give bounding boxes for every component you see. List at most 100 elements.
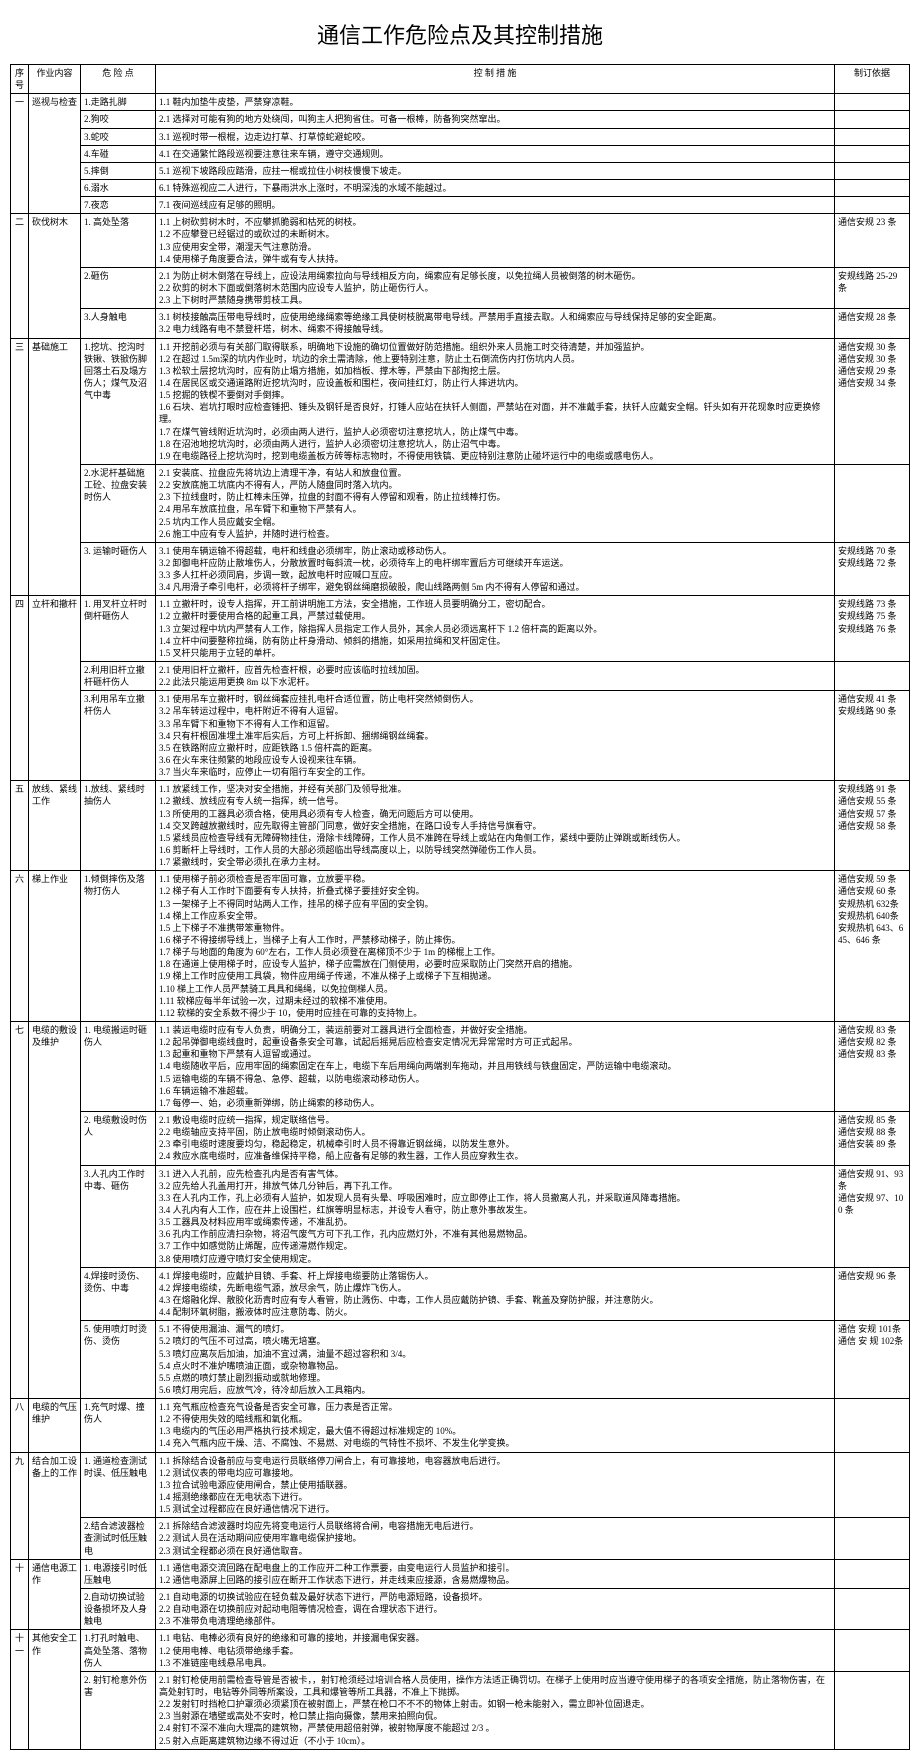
risk-cell: 2.利用旧杆立撤杆砸杆伤人 <box>81 662 156 691</box>
basis-cell: 通信安规 85 条 通信安规 88 条 通信安装 89 条 <box>835 1111 910 1165</box>
work-cell: 结合加工设备上的工作 <box>29 1452 81 1559</box>
risk-cell: 1.倾倒摔伤及落物打伤人 <box>81 871 156 1022</box>
basis-cell <box>835 1630 910 1671</box>
risk-cell: 2. 射钉枪意外伤害 <box>81 1671 156 1749</box>
basis-cell: 通信安规 23 条 <box>835 214 910 268</box>
seq-cell: 十一 <box>11 1630 29 1749</box>
measure-cell: 7.1 夜间巡线应有足够的照明。 <box>156 197 835 214</box>
basis-cell: 安规线路 70 条 安规线路 72 条 <box>835 542 910 596</box>
basis-cell <box>835 197 910 214</box>
header-work: 作业内容 <box>29 65 81 94</box>
seq-cell: 七 <box>11 1021 29 1398</box>
seq-cell: 一 <box>11 94 29 214</box>
risk-cell: 1.放线、紧线时抽伤人 <box>81 781 156 871</box>
work-cell: 电缆的敷设及维护 <box>29 1021 81 1398</box>
header-measure: 控 制 措 施 <box>156 65 835 94</box>
risk-cell: 2.砸伤 <box>81 267 156 308</box>
measure-cell: 1.1 装运电缆时应有专人负责，明确分工，装运前要对工器具进行全面检查，并做好安… <box>156 1021 835 1111</box>
measure-cell: 2.1 使用旧杆立撤杆，应首先检查杆根，必要时应该临时拉线加固。2.2 此法只能… <box>156 662 835 691</box>
risk-cell: 1.挖坑、挖沟时铁锹、铁锨伤脚 回落土石及塌方伤人；煤气及沼气中毒 <box>81 338 156 464</box>
basis-cell <box>835 1589 910 1630</box>
measure-cell: 1.1 电钻、电棒必须有良好的绝缘和可靠的接地，并接漏电保安器。1.2 使用电棒… <box>156 1630 835 1671</box>
measure-cell: 2.1 安装底、拉盘应先将坑边上清理干净，有站人和放盘位置。2.2 安放底施工坑… <box>156 464 835 542</box>
risk-cell: 4.车碰 <box>81 145 156 162</box>
measure-cell: 2.1 选择对可能有狗的地方处绕闯，叫狗主人把狗省住。可备一根棒，防备狗突然窜出… <box>156 111 835 128</box>
risk-cell: 3.蛇咬 <box>81 128 156 145</box>
header-basis: 制订依据 <box>835 65 910 94</box>
header-risk: 危 险 点 <box>81 65 156 94</box>
seq-cell: 四 <box>11 596 29 781</box>
work-cell: 基础施工 <box>29 338 81 596</box>
risk-cell: 1. 用叉杆立杆时倒杆砸伤人 <box>81 596 156 662</box>
basis-cell <box>835 464 910 542</box>
basis-cell <box>835 145 910 162</box>
seq-cell: 十 <box>11 1559 29 1630</box>
measure-cell: 1.1 通信电源交流回路在配电盘上的工作应开二种工作票要，由变电运行人员监护和接… <box>156 1559 835 1588</box>
measure-cell: 5.1 不得使用漏油、漏气的喷灯。5.2 喷灯的气压不可过高，喷火嘴无培塞。5.… <box>156 1321 835 1399</box>
risk-cell: 3.人身触电 <box>81 309 156 338</box>
basis-cell: 安规线路 91 条 通信安规 55 条 通信安规 57 条 通信安规 58 条 <box>835 781 910 871</box>
measure-cell: 4.1 焊接电缆时，应戴护目镜、手套、杆上焊接电缆要防止落锡伤人。4.2 焊接电… <box>156 1267 835 1321</box>
work-cell: 巡视与检查 <box>29 94 81 214</box>
measure-cell: 5.1 巡视下坡路段应踏滑，应拄一棍或拉住小树枝慢慢下坡走。 <box>156 162 835 179</box>
seq-cell: 九 <box>11 1452 29 1559</box>
measure-cell: 2.1 自动电源的切换试验应在轻负载及最好状态下进行，严防电源短路，设备损坏。2… <box>156 1589 835 1630</box>
seq-cell: 六 <box>11 871 29 1022</box>
basis-cell <box>835 1559 910 1588</box>
work-cell: 其他安全工作 <box>29 1630 81 1749</box>
basis-cell: 安规线路 73 条 安规线路 75 条 安规线路 76 条 <box>835 596 910 662</box>
seq-cell: 二 <box>11 214 29 338</box>
measure-cell: 1.1 立撤杆时，设专人指挥，开工前讲明施工方法，安全措施，工作班人员要明确分工… <box>156 596 835 662</box>
main-table: 序号 作业内容 危 险 点 控 制 措 施 制订依据 一巡视与检查1.走路扎脚1… <box>10 64 910 1750</box>
basis-cell <box>835 1671 910 1749</box>
basis-cell <box>835 162 910 179</box>
measure-cell: 1.1 拆除结合设备前应与变电运行员联络停刀闸合上，有可靠接地，电容器放电后进行… <box>156 1452 835 1518</box>
basis-cell <box>835 179 910 196</box>
measure-cell: 1.1 鞋内加垫牛皮垫，严禁穿凉鞋。 <box>156 94 835 111</box>
basis-cell: 通信安规 59 条 通信安规 60 条 安规热机 632条 安规热机 640条 … <box>835 871 910 1022</box>
measure-cell: 2.1 拆除结合滤波器时均应先将变电运行人员联络将合闸，电容措施无电后进行。2.… <box>156 1518 835 1559</box>
header-seq: 序号 <box>11 65 29 94</box>
risk-cell: 1. 高处坠落 <box>81 214 156 268</box>
basis-cell <box>835 1452 910 1518</box>
risk-cell: 1.充气时爆、撞伤人 <box>81 1399 156 1453</box>
measure-cell: 4.1 在交通繁忙路段巡视要注意往来车辆，遵守交通规则。 <box>156 145 835 162</box>
risk-cell: 7.夜恋 <box>81 197 156 214</box>
risk-cell: 5. 使用喷灯时烫伤、烫伤 <box>81 1321 156 1399</box>
basis-cell: 通信安规 83 条 通信安规 82 条 通信安规 83 条 <box>835 1021 910 1111</box>
seq-cell: 三 <box>11 338 29 596</box>
risk-cell: 1. 电缆搬运时砸伤人 <box>81 1021 156 1111</box>
risk-cell: 2.水泥杆基础施工砼、拉盘安装时伤人 <box>81 464 156 542</box>
measure-cell: 6.1 特殊巡视应二人进行，下暴雨洪水上涨时，不明深浅的水域不能越过。 <box>156 179 835 196</box>
basis-cell: 通信安规 91、93 条 通信安规 97、100 条 <box>835 1165 910 1267</box>
measure-cell: 2.1 射钉枪使用前需检查导管是否被卡，，射钉枪须经过培训合格人员使用，操作方法… <box>156 1671 835 1749</box>
basis-cell: 通信安规 28 条 <box>835 309 910 338</box>
risk-cell: 2.结合滤波器检查测试时低压触电 <box>81 1518 156 1559</box>
measure-cell: 3.1 使用车辆运输不得超载，电杆和线盘必须绑牢，防止滚动或移动伤人。3.2 卸… <box>156 542 835 596</box>
measure-cell: 2.1 为防止树木倒落在导线上，应设法用绳索拉向与导线相反方向，绳索应有足够长度… <box>156 267 835 308</box>
basis-cell: 通信安规 41 条 安规线路 90 条 <box>835 691 910 781</box>
basis-cell: 安规线路 25-29条 <box>835 267 910 308</box>
measure-cell: 1.1 使用梯子前必须检查是否牢固可靠，立放要平稳。1.2 梯子有人工作时下面要… <box>156 871 835 1022</box>
basis-cell: 通信 安规 101条 通信 安 规 102条 <box>835 1321 910 1399</box>
measure-cell: 3.1 巡视时带一根棍，边走边打草、打草惊蛇避蛇咬。 <box>156 128 835 145</box>
measure-cell: 1.1 放紧线工作，坚决对安全措施，并经有关部门及领导批准。1.2 撤线、放线应… <box>156 781 835 871</box>
risk-cell: 2.狗咬 <box>81 111 156 128</box>
work-cell: 砍伐树木 <box>29 214 81 338</box>
risk-cell: 6.溺水 <box>81 179 156 196</box>
measure-cell: 1.1 开挖前必须与有关部门取得联系，明确地下设施的确切位置做好防范措施。组织外… <box>156 338 835 464</box>
page-title: 通信工作危险点及其控制措施 <box>10 18 910 50</box>
risk-cell: 1. 电源接引时低压触电 <box>81 1559 156 1588</box>
basis-cell <box>835 1518 910 1559</box>
measure-cell: 2.1 敷设电缆时应统一指挥，规定联络信号。2.2 电缆轴应支持平固，防止放电缆… <box>156 1111 835 1165</box>
seq-cell: 八 <box>11 1399 29 1453</box>
risk-cell: 3.人孔内工作时中毒、砸伤 <box>81 1165 156 1267</box>
risk-cell: 1.走路扎脚 <box>81 94 156 111</box>
work-cell: 立杆和撤杆 <box>29 596 81 781</box>
risk-cell: 3. 运输时砸伤人 <box>81 542 156 596</box>
basis-cell: 通信安规 96 条 <box>835 1267 910 1321</box>
risk-cell: 1.打孔时触电、高处坠落、落物伤人 <box>81 1630 156 1671</box>
risk-cell: 4.焊接时烫伤、烫伤、中毒 <box>81 1267 156 1321</box>
measure-cell: 3.1 使用吊车立撤杆时，钢丝绳套应挂扎电杆合适位置，防止电杆突然倾倒伤人。3.… <box>156 691 835 781</box>
basis-cell <box>835 94 910 111</box>
